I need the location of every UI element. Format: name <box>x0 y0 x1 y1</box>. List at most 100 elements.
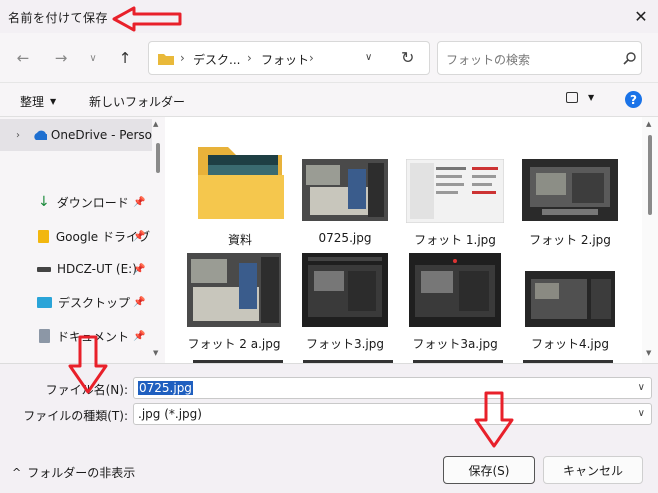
chevron-down-icon: ∨ <box>89 52 97 64</box>
scroll-down-icon[interactable]: ▼ <box>646 349 651 357</box>
pin-icon[interactable]: 📌 <box>133 297 145 308</box>
file-grid-scrollbar[interactable]: ▲ ▼ <box>642 117 658 363</box>
arrow-left-icon: ← <box>16 49 30 67</box>
sidebar-item-label: HDCZ-UT (E:) <box>57 262 137 276</box>
breadcrumb-separator: › <box>247 51 252 65</box>
cancel-button[interactable]: キャンセル <box>543 456 643 484</box>
desktop-icon <box>37 296 52 308</box>
file-item[interactable]: フォット3a.jpg <box>400 247 510 363</box>
hide-folders-button[interactable]: ^ フォルダーの非表示 <box>12 464 135 481</box>
pin-icon[interactable]: 📌 <box>133 264 145 275</box>
file-name: フォット3.jpg <box>305 337 385 351</box>
scroll-up-icon[interactable]: ▲ <box>646 120 651 128</box>
breadcrumb-item[interactable]: デスク... <box>193 51 240 68</box>
filetype-label: ファイルの種類(T): <box>23 409 128 423</box>
file-name: フォット 1.jpg <box>414 233 496 247</box>
photo-thumbnail <box>522 159 618 221</box>
cloud-icon <box>34 130 47 140</box>
scroll-down-icon[interactable]: ▼ <box>153 349 158 357</box>
close-icon: ✕ <box>634 6 648 26</box>
document-icon <box>39 329 50 343</box>
save-button[interactable]: 保存(S) <box>443 456 535 484</box>
file-name: フォット 2.jpg <box>529 233 611 247</box>
file-name: フォット4.jpg <box>530 337 610 351</box>
save-label: 保存(S) <box>468 463 510 478</box>
help-button[interactable]: ? <box>625 91 642 108</box>
help-icon: ? <box>630 92 637 107</box>
breadcrumb-separator: › <box>180 51 185 65</box>
view-options-button[interactable]: ▼ <box>566 92 594 103</box>
caret-down-icon: ▼ <box>588 93 595 102</box>
chevron-down-icon[interactable]: ∨ <box>638 382 645 393</box>
folder-icon <box>158 54 174 65</box>
file-name: フォット3a.jpg <box>412 337 498 351</box>
file-name: 0725.jpg <box>318 231 372 245</box>
sidebar-item-desktop[interactable]: デスクトップ <box>0 286 150 318</box>
refresh-icon[interactable]: ↻ <box>401 48 414 67</box>
chevron-down-icon[interactable]: ∨ <box>638 408 645 419</box>
file-item[interactable]: フォット4.jpg <box>515 247 625 363</box>
photo-thumbnail <box>525 271 615 327</box>
arrow-up-icon: ↑ <box>118 49 132 67</box>
pin-icon[interactable]: 📌 <box>133 331 145 342</box>
navigation-pane: › OneDrive - Perso ↓ ダウンロード 📌 Google ドライ… <box>0 117 165 363</box>
photo-thumbnail <box>302 253 388 327</box>
filename-input[interactable]: 0725.jpg <box>138 381 193 395</box>
pin-icon[interactable]: 📌 <box>133 197 145 208</box>
file-item[interactable]: 0725.jpg <box>290 127 400 247</box>
google-drive-icon <box>38 229 49 243</box>
sidebar-item-label: OneDrive - Perso <box>50 128 152 142</box>
address-dropdown-icon[interactable]: ∨ <box>365 52 372 63</box>
filetype-value: .jpg (*.jpg) <box>138 407 202 421</box>
scroll-up-icon[interactable]: ▲ <box>153 120 158 128</box>
photo-thumbnail <box>302 159 388 221</box>
filename-field[interactable]: 0725.jpg ∨ <box>133 377 652 399</box>
cancel-label: キャンセル <box>562 463 623 478</box>
sidebar-item-external-drive[interactable]: HDCZ-UT (E:) <box>0 253 150 285</box>
file-grid: 資料 0725.jpg フォット 1.jpg フォット 2.jpg フォット 2… <box>165 117 641 363</box>
sidebar-item-label: デスクトップ <box>58 295 131 310</box>
address-bar[interactable]: › デスク... › フォット › ∨ ↻ <box>148 41 430 75</box>
caret-down-icon: ▼ <box>50 97 57 106</box>
forward-button[interactable]: → <box>48 45 74 71</box>
photo-thumbnail <box>409 253 501 327</box>
sidebar-item-onedrive[interactable]: › OneDrive - Perso <box>0 119 152 151</box>
sidebar-item-google-drive[interactable]: Google ドライブ <box>0 220 150 252</box>
hide-folders-label: フォルダーの非表示 <box>27 466 136 480</box>
file-item[interactable]: 資料 <box>185 127 295 247</box>
breadcrumb-separator: › <box>309 51 314 65</box>
download-icon: ↓ <box>38 194 50 210</box>
scrollbar-thumb[interactable] <box>156 143 160 173</box>
new-folder-button[interactable]: 新しいフォルダー <box>89 93 185 110</box>
close-button[interactable]: ✕ <box>628 4 654 28</box>
search-input[interactable]: フォットの検索 <box>446 51 530 68</box>
drive-icon <box>37 266 51 272</box>
pin-icon[interactable]: 📌 <box>133 231 145 242</box>
file-item[interactable]: フォット 2.jpg <box>515 127 625 247</box>
sidebar-item-downloads[interactable]: ↓ ダウンロード <box>0 186 150 218</box>
file-item[interactable]: フォット 2 a.jpg <box>179 247 289 363</box>
organize-button[interactable]: 整理 ▼ <box>20 93 56 110</box>
new-folder-label: 新しいフォルダー <box>89 95 186 109</box>
arrow-right-icon: → <box>54 49 68 67</box>
recent-locations-button[interactable]: ∨ <box>80 45 106 71</box>
photo-thumbnail <box>187 253 281 327</box>
up-button[interactable]: ↑ <box>112 45 138 71</box>
sidebar-item-label: ダウンロード <box>56 195 129 210</box>
back-button[interactable]: ← <box>10 45 36 71</box>
scrollbar-thumb[interactable] <box>648 135 652 215</box>
screenshot-thumbnail <box>406 159 504 223</box>
file-item[interactable]: フォット 1.jpg <box>400 127 510 247</box>
search-icon <box>623 52 636 65</box>
annotation-arrow-down <box>474 391 514 448</box>
breadcrumb-item[interactable]: フォット <box>261 51 309 68</box>
chevron-right-icon: › <box>16 129 20 141</box>
search-box[interactable]: フォットの検索 <box>437 41 642 75</box>
sidebar-scrollbar[interactable]: ▲ ▼ <box>152 117 164 363</box>
view-icon <box>566 92 578 103</box>
organize-label: 整理 <box>20 95 45 109</box>
file-item[interactable]: フォット3.jpg <box>290 247 400 363</box>
file-name: フォット 2 a.jpg <box>187 337 281 351</box>
window-title: 名前を付けて保存 <box>8 11 109 25</box>
filetype-select[interactable]: .jpg (*.jpg) ∨ <box>133 403 652 425</box>
